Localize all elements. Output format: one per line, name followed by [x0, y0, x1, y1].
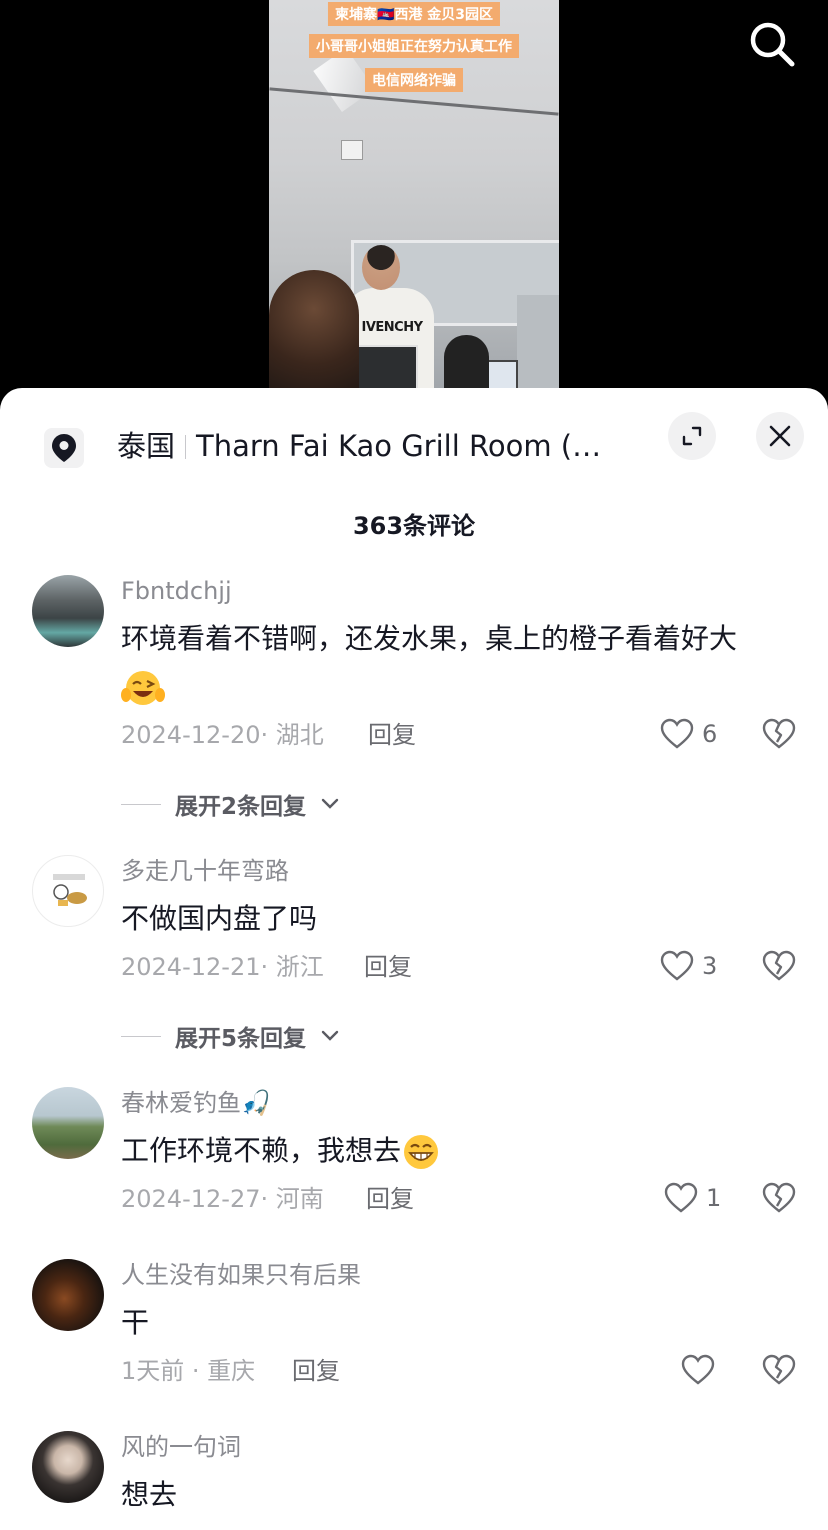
comment-text: 环境看着不错啊，还发水果，桌上的橙子看着好大 [121, 615, 811, 711]
reply-button[interactable]: 回复 [368, 718, 416, 752]
like-count: 1 [706, 1184, 722, 1212]
like-button[interactable]: 6 [660, 718, 717, 750]
comment-username[interactable]: 多走几十年弯路 [121, 855, 289, 887]
avatar[interactable] [32, 575, 104, 647]
video-caption-2: 小哥哥小姐姐正在努力认真工作 [309, 34, 519, 58]
avatar[interactable] [32, 855, 104, 927]
avatar[interactable] [32, 1259, 104, 1331]
location-place: Tharn Fai Kao Grill Room (ถ่... [196, 429, 617, 463]
like-button[interactable]: 1 [664, 1182, 721, 1214]
foreground-person [269, 270, 359, 400]
shirt-logo-text: IVENCHY [361, 320, 424, 335]
comment-meta: 2024-12-21· 浙江 [121, 953, 324, 981]
like-button[interactable]: 3 [660, 950, 717, 982]
comment-date: 2024-12-21 [121, 953, 261, 981]
expand-sheet-button[interactable] [668, 412, 716, 460]
grinning-face-icon [404, 1135, 439, 1169]
like-count: 3 [702, 952, 718, 980]
expand-replies-button[interactable]: 展开5条回复 [121, 1019, 340, 1053]
comment-date: 1天前 [121, 1357, 185, 1385]
cubicle-panel [517, 295, 559, 400]
comment-count: 363条评论 [352, 512, 476, 540]
comment-username[interactable]: 春林爱钓鱼🎣 [121, 1087, 271, 1119]
comment-text: 工作环境不赖，我想去 [121, 1127, 441, 1175]
broken-heart-icon [762, 1182, 796, 1213]
sticker-illustration-icon [53, 874, 87, 906]
expand-replies-label: 展开2条回复 [175, 794, 307, 820]
avatar[interactable] [32, 1431, 104, 1503]
expand-replies-label: 展开5条回复 [175, 1026, 307, 1052]
video-player[interactable]: IVENCHY 柬埔寨🇰🇭西港 金贝3园区 小哥哥小姐姐正在努力认真工作 电信网… [0, 0, 828, 400]
avatar[interactable] [32, 1087, 104, 1159]
close-icon [769, 425, 791, 447]
comment-text-content: 环境看着不错啊，还发水果，桌上的橙子看着好大 [121, 622, 738, 655]
location-bar[interactable]: 泰国 Tharn Fai Kao Grill Room (ถ่... [0, 388, 828, 488]
broken-heart-icon [762, 718, 796, 749]
expand-divider [121, 1035, 161, 1037]
dislike-button[interactable] [762, 1354, 796, 1390]
broken-heart-icon [762, 950, 796, 981]
laughing-face-icon [121, 671, 165, 705]
wall-outlet [341, 140, 363, 160]
standing-person-head [362, 245, 400, 290]
heart-icon [664, 1182, 698, 1213]
expand-replies-button[interactable]: 展开2条回复 [121, 787, 340, 821]
comments-sheet: 泰国 Tharn Fai Kao Grill Room (ถ่... 363条评论… [0, 388, 828, 1530]
chevron-down-icon [321, 1030, 339, 1041]
comment-meta: 2024-12-27· 河南 [121, 1185, 324, 1213]
comment-username[interactable]: 风的一句词 [121, 1431, 241, 1463]
heart-icon [660, 718, 694, 749]
video-frame: IVENCHY 柬埔寨🇰🇭西港 金贝3园区 小哥哥小姐姐正在努力认真工作 电信网… [269, 0, 559, 400]
comment-text-content: 工作环境不赖，我想去 [121, 1134, 402, 1167]
heart-icon [681, 1354, 715, 1385]
like-button[interactable] [681, 1354, 715, 1386]
dislike-button[interactable] [762, 718, 796, 754]
search-icon [750, 22, 795, 67]
chevron-down-icon [321, 798, 339, 809]
comment-text: 不做国内盘了吗 [121, 902, 318, 935]
comment-username[interactable]: 人生没有如果只有后果 [121, 1259, 361, 1291]
video-caption-1: 柬埔寨🇰🇭西港 金贝3园区 [327, 2, 501, 26]
heart-icon [660, 950, 694, 981]
reply-button[interactable]: 回复 [292, 1354, 340, 1388]
reply-button[interactable]: 回复 [364, 950, 412, 984]
monitor [349, 345, 418, 394]
expand-icon [682, 426, 702, 446]
search-button[interactable] [746, 18, 798, 70]
dislike-button[interactable] [762, 1182, 796, 1218]
reply-button[interactable]: 回复 [366, 1182, 414, 1216]
comment-region: 重庆 [207, 1357, 256, 1385]
comment-meta: 1天前 · 重庆 [121, 1357, 256, 1385]
comment-region: 湖北 [275, 721, 324, 749]
location-divider [185, 435, 187, 459]
comment-region: 河南 [275, 1185, 324, 1213]
comment-meta: 2024-12-20· 湖北 [121, 721, 324, 749]
comment-username[interactable]: Fbntdchjj [121, 575, 232, 607]
like-count: 6 [702, 720, 718, 748]
location-text[interactable]: 泰国 Tharn Fai Kao Grill Room (ถ่... [117, 426, 617, 466]
video-caption-3: 电信网络诈骗 [365, 68, 463, 92]
comment-date: 2024-12-27 [121, 1185, 261, 1213]
broken-heart-icon [762, 1354, 796, 1385]
dislike-button[interactable] [762, 950, 796, 986]
location-pin-icon [44, 428, 84, 468]
comment-text: 干 [121, 1306, 150, 1339]
expand-divider [121, 803, 161, 805]
comment-region: 浙江 [275, 953, 324, 981]
comment-date: 2024-12-20 [121, 721, 261, 749]
comment-text: 想去 [121, 1478, 178, 1511]
location-country: 泰国 [117, 429, 176, 463]
close-button[interactable] [756, 412, 804, 460]
